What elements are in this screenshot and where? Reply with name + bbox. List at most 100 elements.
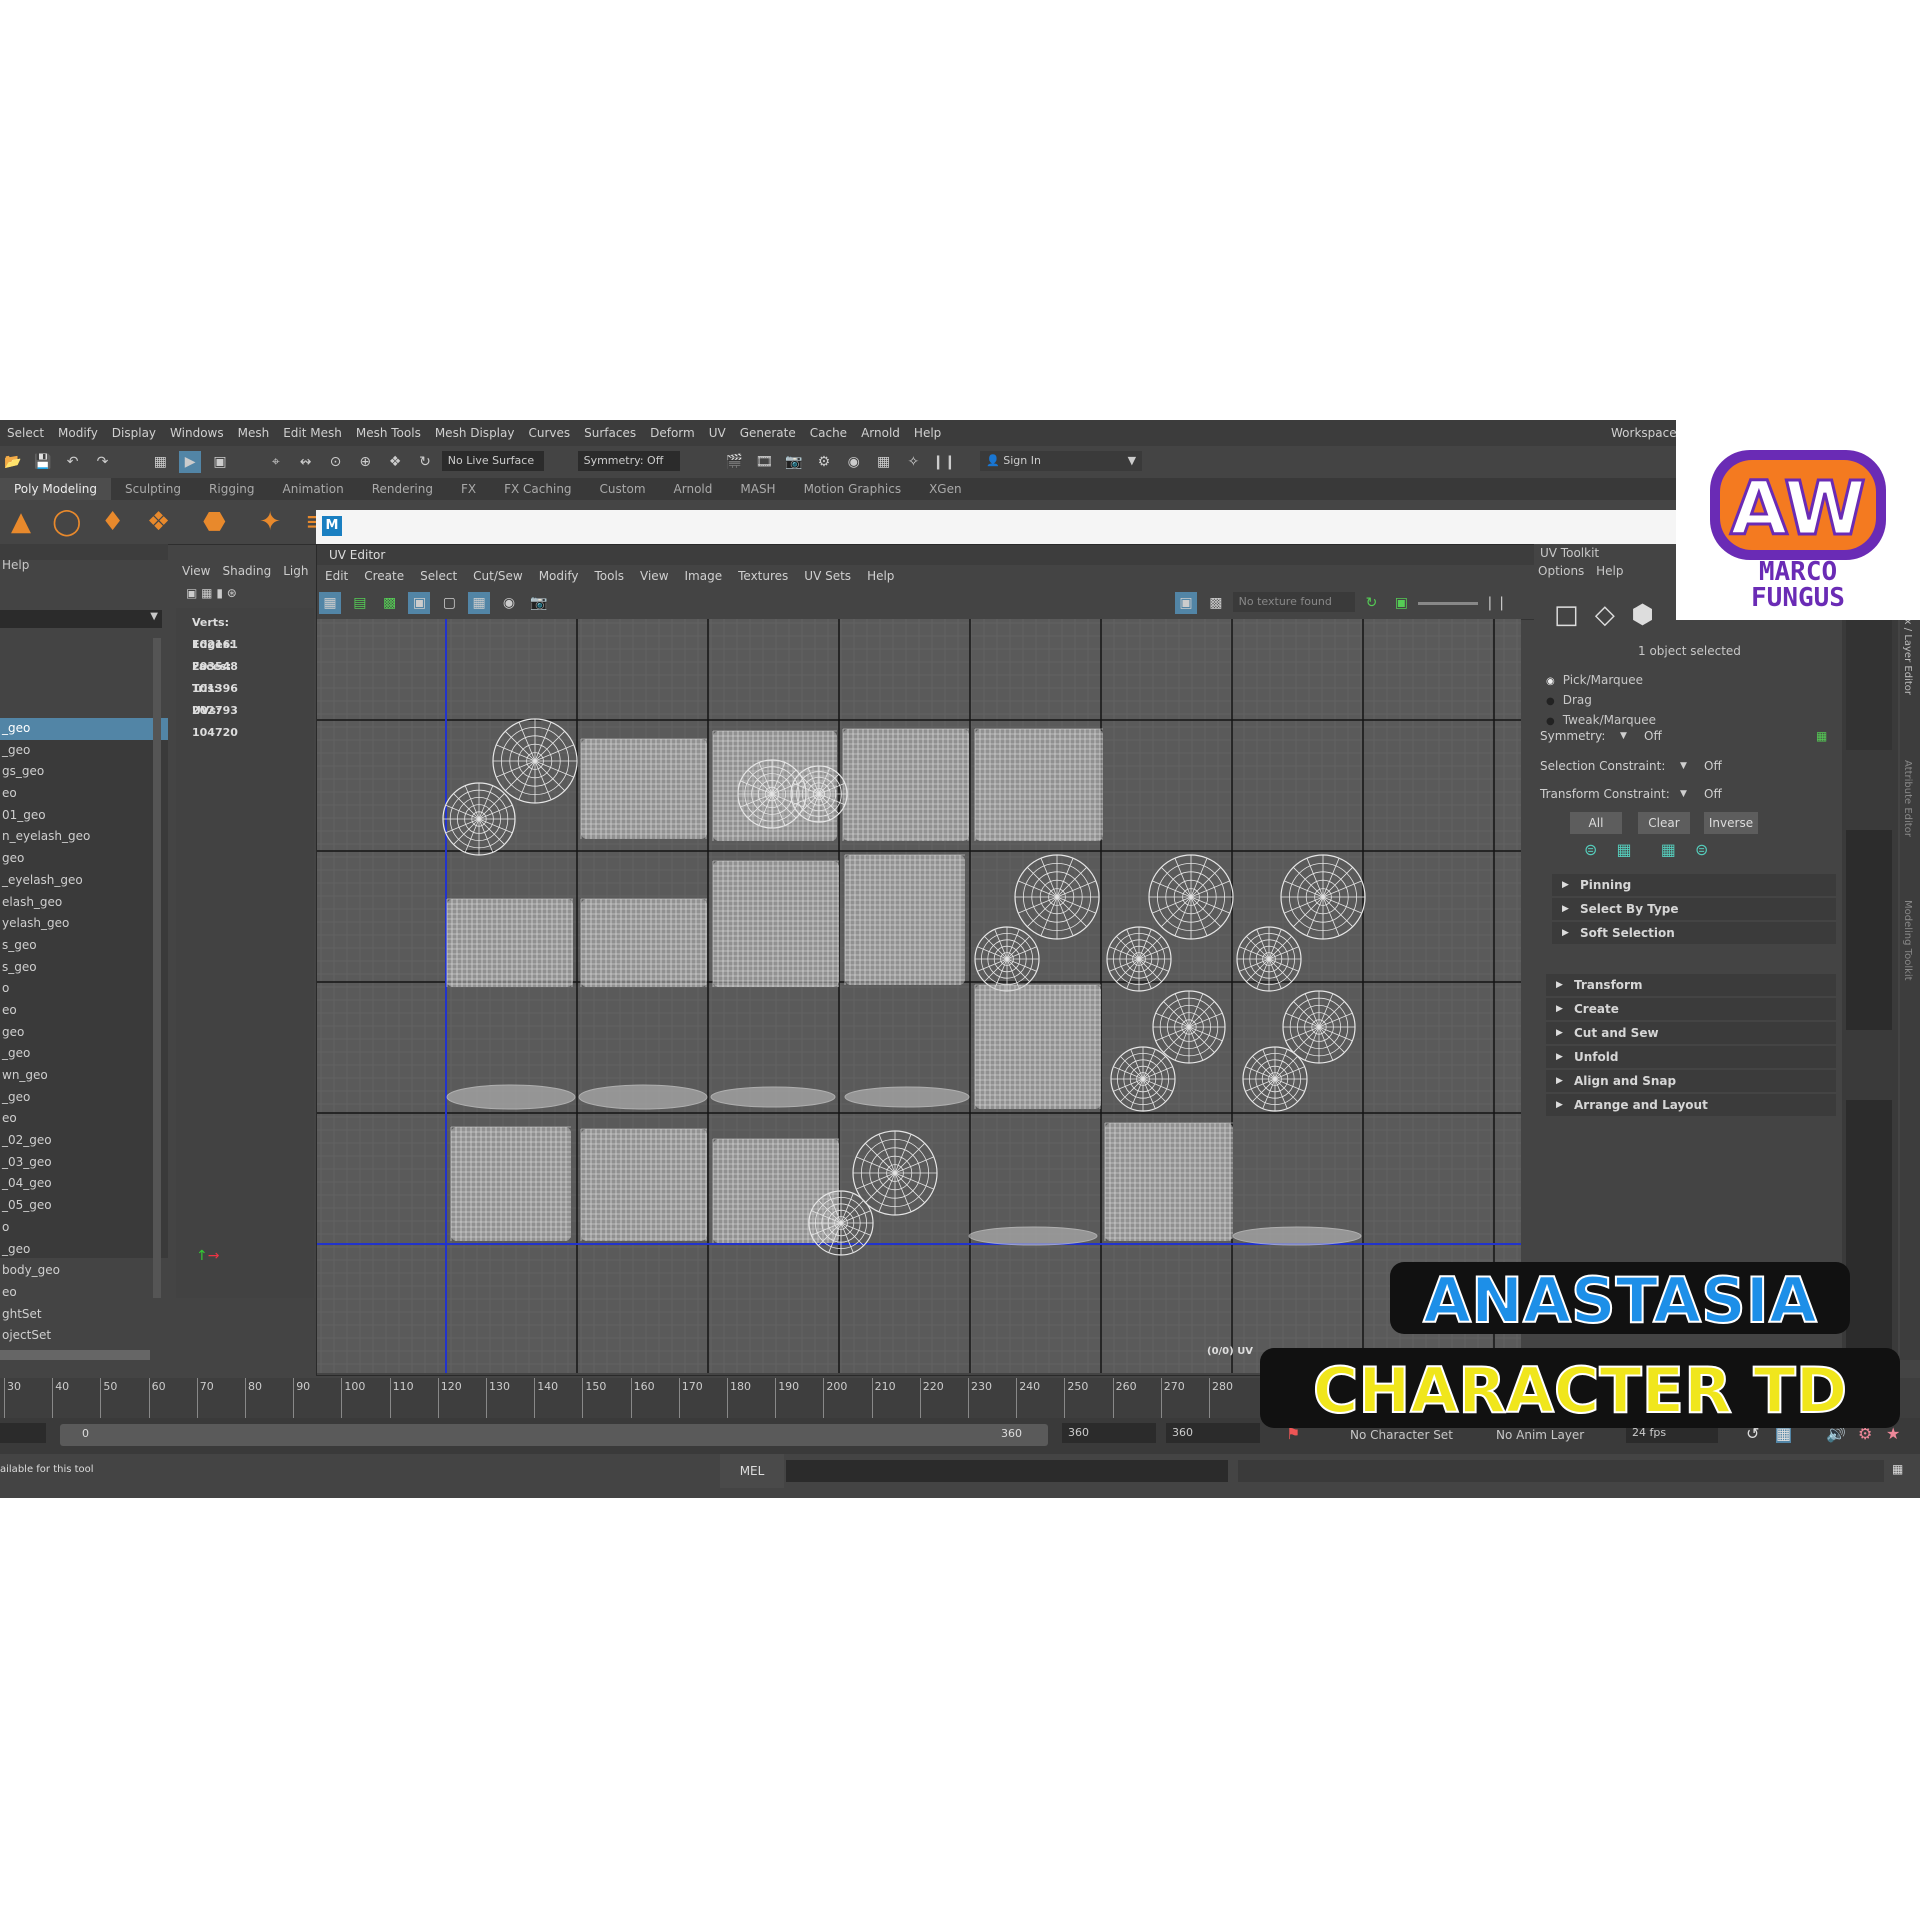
outliner-item[interactable]: _03_geo bbox=[0, 1152, 168, 1174]
end-time-field[interactable]: 360 bbox=[1062, 1423, 1156, 1443]
toolkit-options-menu[interactable]: Options bbox=[1536, 564, 1592, 578]
tab-custom[interactable]: Custom bbox=[586, 478, 660, 500]
outliner-help-menu[interactable]: Help bbox=[0, 558, 29, 572]
outliner-item[interactable]: _geo bbox=[0, 718, 168, 740]
select-component-icon[interactable]: ▣ bbox=[209, 451, 231, 473]
snap-grid-icon[interactable]: ⌖ bbox=[265, 451, 287, 473]
section-align-and-snap[interactable]: ▶ Align and Snap bbox=[1546, 1070, 1836, 1092]
shrink-selection-icon[interactable]: ▦ bbox=[1617, 840, 1632, 859]
render-settings-icon[interactable]: ⚙ bbox=[813, 451, 835, 473]
section-arrange-and-layout[interactable]: ▶ Arrange and Layout bbox=[1546, 1094, 1836, 1116]
checker-map-icon[interactable]: ▩ bbox=[1205, 592, 1227, 614]
texture-field[interactable]: No texture found bbox=[1232, 592, 1355, 612]
uv-distortion-icon[interactable]: ▤ bbox=[349, 592, 371, 614]
outliner-item[interactable]: elash_geo bbox=[0, 892, 168, 914]
outliner-item[interactable]: _eyelash_geo bbox=[0, 870, 168, 892]
uv-menu-image[interactable]: Image bbox=[677, 565, 731, 587]
symmetry-field[interactable]: Symmetry: Off bbox=[577, 451, 680, 471]
image-icon[interactable]: ▣ bbox=[1390, 592, 1412, 614]
script-language-button[interactable]: MEL bbox=[720, 1454, 784, 1488]
viewport-menu-shading[interactable]: Shading bbox=[216, 564, 277, 578]
clear-button[interactable]: Clear bbox=[1638, 812, 1690, 834]
section-unfold[interactable]: ▶ Unfold bbox=[1546, 1046, 1836, 1068]
uv-mode-icon[interactable]: □ bbox=[1554, 600, 1579, 630]
subsection-soft-selection[interactable]: ▶ Soft Selection bbox=[1552, 922, 1836, 944]
outliner-item[interactable]: wn_geo bbox=[0, 1065, 168, 1087]
open-file-icon[interactable]: 📂 bbox=[2, 451, 24, 473]
menu-arnold[interactable]: Arnold bbox=[854, 420, 907, 446]
uv-menu-uv-sets[interactable]: UV Sets bbox=[796, 565, 859, 587]
menu-surfaces[interactable]: Surfaces bbox=[577, 420, 643, 446]
edge-mode-icon[interactable]: ◇ bbox=[1595, 600, 1615, 630]
section-cut-and-sew[interactable]: ▶ Cut and Sew bbox=[1546, 1022, 1836, 1044]
save-icon[interactable]: 💾 bbox=[32, 451, 54, 473]
outliner-item[interactable]: eo bbox=[0, 783, 168, 805]
transform-constraint-row[interactable]: Transform Constraint: ▼ Off bbox=[1540, 782, 1830, 806]
outliner-item[interactable]: eo bbox=[0, 1108, 168, 1130]
tab-sculpting[interactable]: Sculpting bbox=[111, 478, 195, 500]
uv-border-icon[interactable]: ▣ bbox=[408, 592, 431, 614]
menu-uv[interactable]: UV bbox=[702, 420, 733, 446]
camera-icon[interactable]: ▣ bbox=[186, 586, 197, 600]
uv-menu-edit[interactable]: Edit bbox=[317, 565, 356, 587]
tab-poly-modeling[interactable]: Poly Modeling bbox=[0, 478, 111, 500]
subsection-select-by-type[interactable]: ▶ Select By Type bbox=[1552, 898, 1836, 920]
outliner-item[interactable]: _geo bbox=[0, 1239, 168, 1261]
menu-generate[interactable]: Generate bbox=[733, 420, 803, 446]
tab-animation[interactable]: Animation bbox=[269, 478, 358, 500]
render-icon[interactable]: 🎬 bbox=[723, 451, 745, 473]
viewport-menu-ligh[interactable]: Ligh bbox=[277, 564, 314, 578]
menu-curves[interactable]: Curves bbox=[521, 420, 577, 446]
render-seq-icon[interactable]: 🎞 bbox=[753, 451, 775, 473]
menu-mesh-tools[interactable]: Mesh Tools bbox=[349, 420, 428, 446]
select-object-icon[interactable]: ▶ bbox=[179, 451, 202, 473]
toolkit-help-menu[interactable]: Help bbox=[1596, 564, 1623, 578]
arnold-icon[interactable]: ✧ bbox=[902, 451, 924, 473]
command-input[interactable] bbox=[786, 1460, 1228, 1482]
uv-snapshot-icon[interactable]: 📷 bbox=[528, 592, 550, 614]
texture-update-icon[interactable]: ↻ bbox=[1360, 592, 1382, 614]
outliner-item[interactable]: gs_geo bbox=[0, 761, 168, 783]
selection-constraint-row[interactable]: Selection Constraint: ▼ Off bbox=[1540, 754, 1830, 778]
snap-icon[interactable]: ⊛ bbox=[227, 586, 237, 600]
menu-display[interactable]: Display bbox=[105, 420, 163, 446]
outliner-item[interactable]: _geo bbox=[0, 1043, 168, 1065]
tab-motion-graphics[interactable]: Motion Graphics bbox=[790, 478, 916, 500]
outliner-item[interactable]: o bbox=[0, 978, 168, 1000]
render-view-icon[interactable]: ▦ bbox=[873, 451, 895, 473]
viewport-menu-view[interactable]: View bbox=[176, 564, 216, 578]
panel-collapse-icon[interactable]: ❘❘ bbox=[1484, 592, 1507, 614]
tab-arnold[interactable]: Arnold bbox=[660, 478, 727, 500]
outliner-h-scrollbar[interactable] bbox=[0, 1350, 150, 1360]
uv-menu-cut-sew[interactable]: Cut/Sew bbox=[465, 565, 531, 587]
outliner-item[interactable]: geo bbox=[0, 1022, 168, 1044]
outliner-item[interactable]: _04_geo bbox=[0, 1173, 168, 1195]
menu-cache[interactable]: Cache bbox=[803, 420, 854, 446]
bookmark-icon[interactable]: ▮ bbox=[216, 586, 223, 600]
menu-mesh[interactable]: Mesh bbox=[231, 420, 277, 446]
inverse-button[interactable]: Inverse bbox=[1704, 812, 1758, 834]
tab-mash[interactable]: MASH bbox=[726, 478, 789, 500]
snap-view-icon[interactable]: ⊕ bbox=[354, 451, 376, 473]
grid-icon[interactable]: ▦ bbox=[201, 586, 212, 600]
tab-rendering[interactable]: Rendering bbox=[358, 478, 447, 500]
symmetry-row[interactable]: Symmetry: ▼ Off ▦ bbox=[1540, 724, 1830, 748]
sign-in-field[interactable]: 👤 Sign In ▼ bbox=[980, 451, 1143, 471]
uv-menu-tools[interactable]: Tools bbox=[586, 565, 632, 587]
poly-cone-icon[interactable]: ▲ bbox=[4, 505, 38, 539]
uv-menu-textures[interactable]: Textures bbox=[730, 565, 796, 587]
live-surface-field[interactable]: No Live Surface bbox=[441, 451, 544, 471]
outliner-item[interactable]: 01_geo bbox=[0, 805, 168, 827]
uv-menu-help[interactable]: Help bbox=[859, 565, 902, 587]
poly-pipe-icon[interactable]: ❖ bbox=[141, 505, 175, 539]
outliner-item[interactable]: s_geo bbox=[0, 935, 168, 957]
select-border-icon[interactable]: ⊜ bbox=[1695, 840, 1708, 859]
outliner-item[interactable]: _geo bbox=[0, 740, 168, 762]
menu-edit-mesh[interactable]: Edit Mesh bbox=[276, 420, 349, 446]
section-transform[interactable]: ▶ Transform bbox=[1546, 974, 1836, 996]
outliner-item[interactable]: eo bbox=[0, 1000, 168, 1022]
super-shape-icon[interactable]: ✦ bbox=[253, 505, 287, 539]
outliner-scrollbar[interactable] bbox=[153, 638, 161, 1298]
tab-fx-caching[interactable]: FX Caching bbox=[490, 478, 585, 500]
outliner-search-field[interactable]: ▼ bbox=[0, 610, 162, 628]
